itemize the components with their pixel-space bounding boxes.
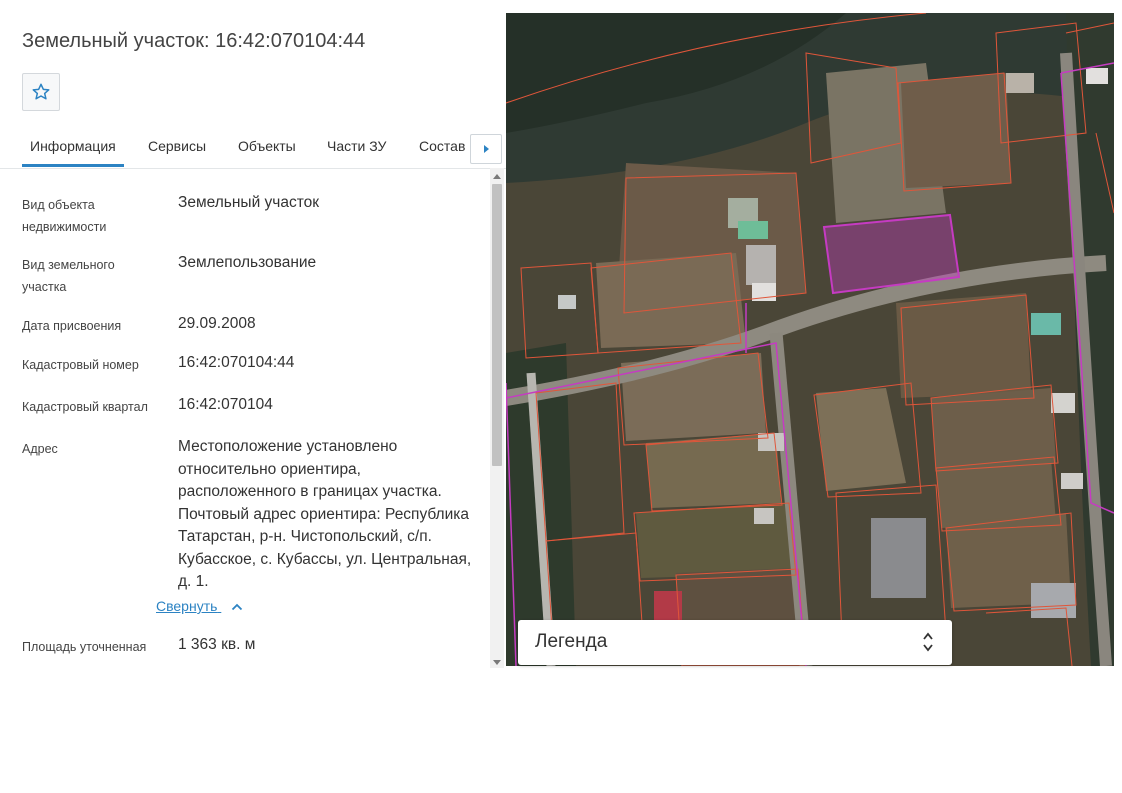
field-label: Вид объекта недвижимости bbox=[22, 198, 107, 234]
collapse-link[interactable]: Свернуть bbox=[156, 598, 243, 614]
collapse-label: Свернуть bbox=[156, 598, 218, 614]
field-label: Дата присвоения bbox=[22, 319, 122, 333]
chevron-up-down-icon[interactable] bbox=[922, 631, 934, 658]
tab-information[interactable]: Информация bbox=[22, 124, 124, 167]
field-label: Адрес bbox=[22, 442, 58, 456]
field-value: 16:42:070104:44 bbox=[178, 354, 295, 371]
field-value: Местоположение установлено относительно … bbox=[178, 438, 472, 590]
field-value: Земельный участок bbox=[178, 194, 320, 211]
page-title: Земельный участок: 16:42:070104:44 bbox=[22, 30, 366, 52]
tab-objects[interactable]: Объекты bbox=[238, 124, 296, 166]
scroll-up-arrow[interactable] bbox=[490, 170, 504, 182]
tab-bar: Информация Сервисы Объекты Части ЗУ Сост… bbox=[0, 124, 506, 169]
scroll-thumb[interactable] bbox=[492, 184, 502, 466]
star-outline-icon bbox=[32, 83, 50, 100]
field-value: 29.09.2008 bbox=[178, 315, 256, 332]
scrollbar[interactable] bbox=[490, 168, 504, 668]
field-label: Кадастровый номер bbox=[22, 358, 139, 372]
field-value: Землепользование bbox=[178, 254, 317, 271]
info-panel: Земельный участок: 16:42:070104:44 Инфор… bbox=[0, 0, 506, 668]
tab-parts[interactable]: Части ЗУ bbox=[327, 124, 386, 166]
scroll-down-arrow[interactable] bbox=[490, 656, 504, 668]
tab-services[interactable]: Сервисы bbox=[148, 124, 206, 166]
map-view[interactable] bbox=[506, 13, 1114, 666]
tabs-next-button[interactable] bbox=[470, 134, 502, 164]
tab-composition[interactable]: Состав bbox=[419, 124, 465, 166]
field-value: 16:42:070104 bbox=[178, 396, 273, 413]
info-content[interactable]: Вид объекта недвижимости Земельный участ… bbox=[0, 168, 490, 668]
satellite-map bbox=[506, 13, 1114, 666]
legend-label: Легенда bbox=[535, 631, 608, 652]
chevron-right-icon bbox=[484, 145, 489, 153]
field-label: Площадь уточненная bbox=[22, 640, 147, 654]
field-value: 1 363 кв. м bbox=[178, 636, 256, 653]
legend-panel[interactable]: Легенда bbox=[518, 620, 952, 665]
field-label: Кадастровый квартал bbox=[22, 400, 148, 414]
favorite-button[interactable] bbox=[22, 73, 60, 111]
chevron-up-icon bbox=[231, 598, 243, 614]
field-label: Вид земельного участка bbox=[22, 258, 115, 294]
